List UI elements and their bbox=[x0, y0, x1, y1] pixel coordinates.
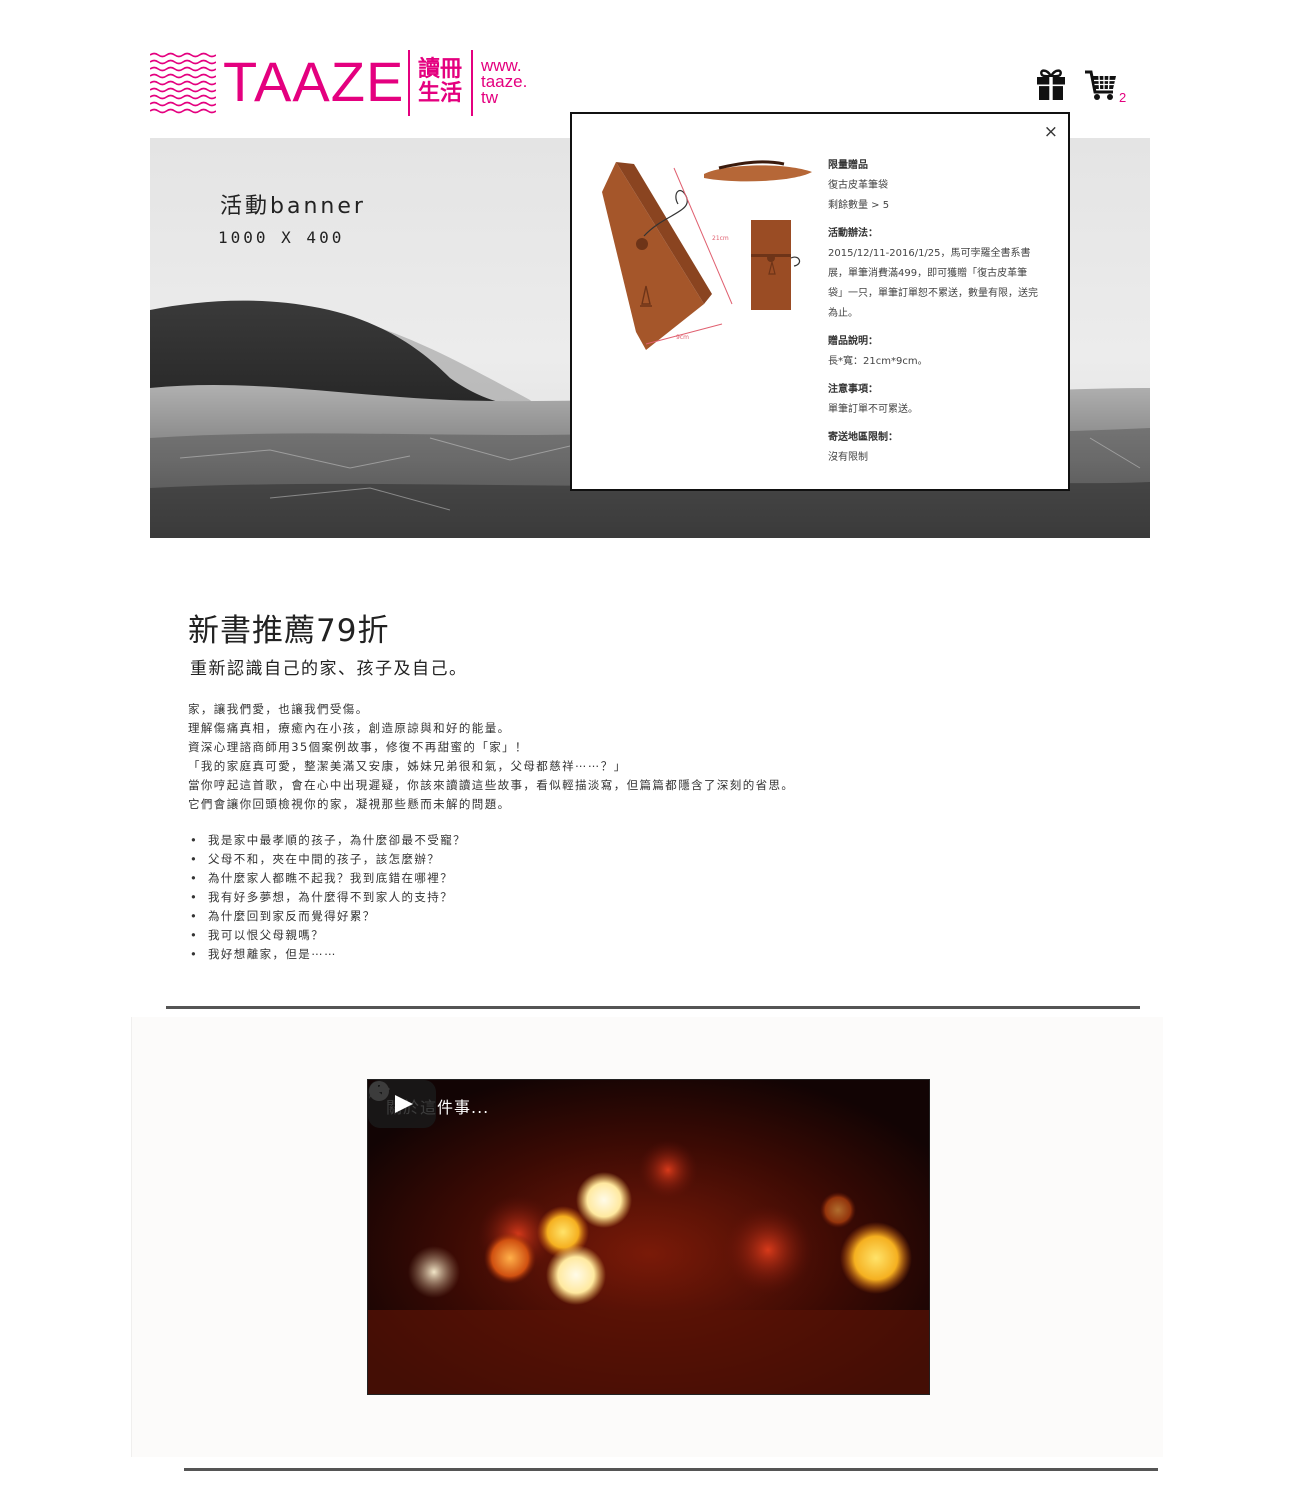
desc-value: 長*寬：21cm*9cm。 bbox=[828, 356, 928, 367]
article-paragraph: 家，讓我們愛，也讓我們受傷。 bbox=[188, 702, 369, 716]
list-item: 為什麼回到家反而覺得好累？ bbox=[188, 907, 466, 926]
video-thumbnail-image bbox=[368, 1080, 929, 1394]
embedded-video-player[interactable]: 關於這件事... bbox=[367, 1079, 930, 1395]
leather-pencil-case-image: 21cm 9cm bbox=[602, 160, 812, 350]
gift-info: 限量贈品 復古皮革筆袋 剩餘數量 > 5 活動辦法： 2015/12/11-20… bbox=[828, 156, 1060, 468]
method-text: 2015/12/11-2016/1/25，馬可孛羅全書系書 bbox=[828, 248, 1031, 259]
logo-url-line3: tw bbox=[481, 88, 498, 107]
region-label: 寄送地區限制： bbox=[828, 432, 898, 443]
logo-cn-line2: 生活 bbox=[418, 81, 463, 106]
list-item: 我是家中最孝順的孩子，為什麼卻最不受寵？ bbox=[188, 831, 466, 850]
article-paragraph: 當你哼起這首歌，會在心中出現遲疑，你該來讀讀這些故事，看似輕描淡寫，但篇篇都隱含… bbox=[188, 778, 795, 792]
logo-wave-pattern-icon bbox=[150, 52, 216, 114]
list-item: 我有好多夢想，為什麼得不到家人的支持？ bbox=[188, 888, 466, 907]
region-value: 沒有限制 bbox=[828, 452, 868, 463]
play-icon[interactable] bbox=[368, 1080, 436, 1128]
notes-value: 單筆訂單不可累送。 bbox=[828, 404, 918, 415]
list-item: 我好想離家，但是⋯⋯ bbox=[188, 945, 466, 964]
logo-divider bbox=[471, 50, 473, 116]
section-divider bbox=[184, 1468, 1158, 1471]
article-title: 新書推薦79折 bbox=[188, 613, 390, 649]
banner-size: 1000 X 400 bbox=[218, 228, 345, 247]
cart-count-badge[interactable]: 2 bbox=[1119, 90, 1126, 105]
close-icon[interactable]: × bbox=[1044, 122, 1058, 142]
list-item: 父母不和，夾在中間的孩子，該怎麼辦？ bbox=[188, 850, 466, 869]
logo-wordmark: TAAZE bbox=[223, 50, 405, 113]
gift-icon[interactable] bbox=[1036, 68, 1066, 106]
dimension-label-long: 21cm bbox=[712, 235, 729, 242]
logo-cn-line1: 讀冊 bbox=[418, 57, 463, 82]
banner-title: 活動banner bbox=[220, 194, 366, 219]
article-paragraph: 它們會讓你回頭檢視你的家，凝視那些懸而未解的問題。 bbox=[188, 797, 511, 811]
logo-divider bbox=[408, 50, 410, 116]
section-divider bbox=[166, 1006, 1140, 1009]
method-text: 袋」一只，單筆訂單恕不累送，數量有限，送完 bbox=[828, 288, 1038, 299]
dimension-label-short: 9cm bbox=[676, 334, 689, 341]
method-text: 展，單筆消費滿499，即可獲贈「復古皮革筆 bbox=[828, 268, 1028, 279]
desc-label: 贈品說明： bbox=[828, 336, 878, 347]
logo-url: www. taaze. tw bbox=[481, 57, 527, 107]
article-paragraph: 資深心理諮商師用35個案例故事，修復不再甜蜜的「家」！ bbox=[188, 740, 528, 754]
method-label: 活動辦法： bbox=[828, 228, 878, 239]
article-paragraph: 理解傷痛真相，療癒內在小孩，創造原諒與和好的能量。 bbox=[188, 721, 511, 735]
article-subtitle: 重新認識自己的家、孩子及自己。 bbox=[190, 659, 468, 679]
cart-icon[interactable] bbox=[1084, 68, 1118, 106]
notes-label: 注意事項： bbox=[828, 384, 878, 395]
method-text: 為止。 bbox=[828, 308, 858, 319]
gift-remaining: 剩餘數量 > 5 bbox=[828, 200, 890, 211]
article-paragraph: 「我的家庭真可愛，整潔美滿又安康，姊妹兄弟很和氣，父母都慈祥⋯⋯？」 bbox=[188, 759, 627, 773]
article-body: 家，讓我們愛，也讓我們受傷。 理解傷痛真相，療癒內在小孩，創造原諒與和好的能量。… bbox=[188, 700, 794, 814]
list-item: 為什麼家人都瞧不起我？我到底錯在哪裡？ bbox=[188, 869, 466, 888]
article-bullet-list: 我是家中最孝順的孩子，為什麼卻最不受寵？ 父母不和，夾在中間的孩子，該怎麼辦？ … bbox=[188, 831, 466, 964]
logo-chinese-name: 讀冊 生活 bbox=[418, 58, 466, 106]
list-item: 我可以恨父母親嗎？ bbox=[188, 926, 466, 945]
gift-name: 復古皮革筆袋 bbox=[828, 180, 888, 191]
gift-popup: × 21cm 9cm 限量贈品 復古皮革筆袋 剩餘數量 > 5 活動辦法： 20… bbox=[570, 112, 1070, 491]
gift-label: 限量贈品 bbox=[828, 160, 868, 171]
